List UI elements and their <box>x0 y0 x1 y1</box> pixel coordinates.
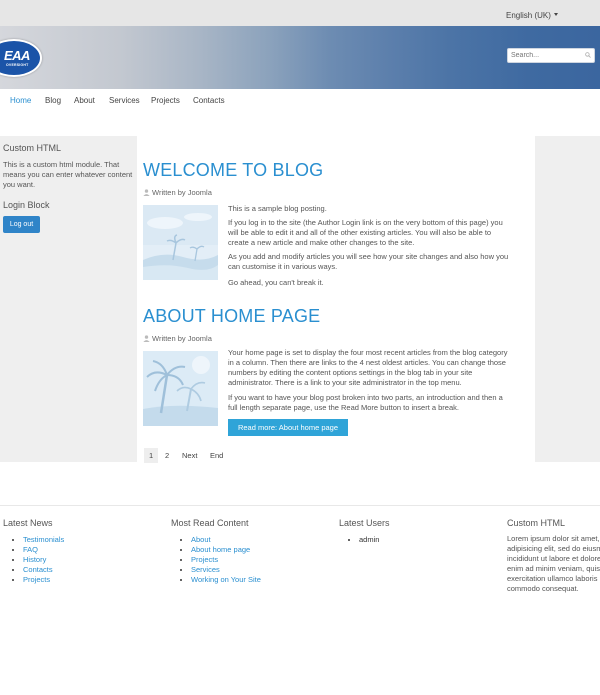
article-title-welcome[interactable]: WELCOME TO BLOG <box>143 160 323 181</box>
last-page-button[interactable]: End <box>210 451 223 460</box>
article-image-beach <box>143 205 218 280</box>
logout-button[interactable]: Log out <box>3 216 40 233</box>
footer-link-services[interactable]: Services <box>191 565 220 574</box>
right-rail <box>535 136 600 462</box>
article-image-palms <box>143 351 218 426</box>
article-paragraph: Go ahead, you can't break it. <box>228 278 324 287</box>
footer-divider <box>0 505 600 506</box>
footer-link-testimonials[interactable]: Testimonials <box>23 535 64 544</box>
custom-html-title: Custom HTML <box>3 143 62 153</box>
article-paragraph: As you add and modify articles you will … <box>228 252 509 271</box>
article-author: Written by Joomla <box>143 188 212 197</box>
article-author: Written by Joomla <box>143 334 212 343</box>
article-paragraph: If you log in to the site (the Author Lo… <box>228 218 503 247</box>
read-more-button[interactable]: Read more: About home page <box>228 419 348 436</box>
lorem-line: enim ad minim veniam, quis <box>507 564 600 573</box>
nav-item-contacts[interactable]: Contacts <box>193 96 225 105</box>
lorem-line: adipisicing elit, sed do eiusm <box>507 544 600 553</box>
page-1-button[interactable]: 1 <box>144 448 159 463</box>
article-paragraph: Your home page is set to display the fou… <box>228 348 508 387</box>
article-paragraph: If you want to have your blog post broke… <box>228 393 503 412</box>
author-text: Written by Joomla <box>152 334 212 343</box>
logo-subtext: OVERSIGHT <box>6 63 29 67</box>
nav-item-about[interactable]: About <box>74 96 95 105</box>
site-logo[interactable]: EAA OVERSIGHT <box>0 39 42 77</box>
footer-link-projects[interactable]: Projects <box>191 555 218 564</box>
search-input[interactable] <box>511 50 581 61</box>
footer-most-read: Most Read Content About About home page … <box>171 518 261 585</box>
user-icon <box>143 335 150 342</box>
footer-link-history[interactable]: History <box>23 555 46 564</box>
lorem-line: commodo consequat. <box>507 584 579 593</box>
top-bar: English (UK) <box>0 0 600 26</box>
footer-link-about-home[interactable]: About home page <box>191 545 250 554</box>
article-paragraph: This is a sample blog posting. <box>228 204 327 213</box>
author-text: Written by Joomla <box>152 188 212 197</box>
latest-news-title: Latest News <box>3 518 53 528</box>
next-page-button[interactable]: Next <box>182 451 197 460</box>
language-switcher[interactable]: English (UK) <box>506 11 558 20</box>
search-box <box>507 48 595 63</box>
footer-custom-html-title: Custom HTML <box>507 518 566 528</box>
footer-custom-html-text: Lorem ipsum dolor sit amet, adipisicing … <box>507 534 600 594</box>
footer-latest-users: Latest Users admin <box>339 518 390 545</box>
user-icon <box>143 189 150 196</box>
custom-html-text: This is a custom html module. That means… <box>3 160 133 189</box>
footer-latest-news: Latest News Testimonials FAQ History Con… <box>3 518 64 585</box>
left-sidebar: Custom HTML This is a custom html module… <box>0 136 137 462</box>
latest-users-title: Latest Users <box>339 518 390 528</box>
most-read-title: Most Read Content <box>171 518 249 528</box>
nav-item-home[interactable]: Home <box>10 96 31 105</box>
footer-link-working-site[interactable]: Working on Your Site <box>191 575 261 584</box>
user-item-admin: admin <box>359 535 390 545</box>
footer-link-projects[interactable]: Projects <box>23 575 50 584</box>
page-2-button[interactable]: 2 <box>165 451 169 460</box>
login-block-title: Login Block <box>3 200 50 210</box>
nav-item-blog[interactable]: Blog <box>45 96 61 105</box>
footer-link-contacts[interactable]: Contacts <box>23 565 53 574</box>
footer-link-faq[interactable]: FAQ <box>23 545 38 554</box>
caret-down-icon <box>553 13 558 16</box>
lorem-line: Lorem ipsum dolor sit amet, <box>507 534 600 543</box>
nav-item-services[interactable]: Services <box>109 96 140 105</box>
logo-text: EAA <box>4 48 30 63</box>
nav-item-projects[interactable]: Projects <box>151 96 180 105</box>
main-nav: Home Blog About Services Projects Contac… <box>0 89 600 111</box>
site-header: EAA OVERSIGHT <box>0 26 600 89</box>
lorem-line: exercitation ullamco laboris <box>507 574 598 583</box>
footer-link-about[interactable]: About <box>191 535 211 544</box>
lorem-line: incididunt ut labore et dolore <box>507 554 600 563</box>
footer-custom-html: Custom HTML Lorem ipsum dolor sit amet, … <box>507 518 600 594</box>
article-title-about-home[interactable]: ABOUT HOME PAGE <box>143 306 320 327</box>
language-label: English (UK) <box>506 11 551 20</box>
search-icon[interactable] <box>585 52 591 58</box>
